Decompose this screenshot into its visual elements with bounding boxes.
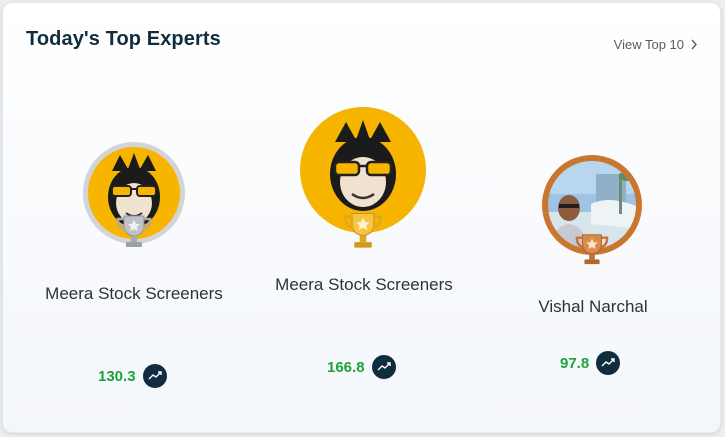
top-experts-card: Today's Top Experts View Top 10 Meera St… <box>2 2 721 433</box>
trend-chart-icon <box>148 371 162 380</box>
expert-score-row: 97.8 <box>560 351 621 375</box>
card-title: Today's Top Experts <box>26 28 221 50</box>
view-top-10-label: View Top 10 <box>613 37 684 52</box>
expert-name[interactable]: Meera Stock Screeners <box>34 281 234 306</box>
monkey-avatar-icon <box>330 120 396 211</box>
expert-avatar-silver[interactable] <box>82 141 186 247</box>
expert-score: 166.8 <box>327 358 365 376</box>
view-top-10-link[interactable]: View Top 10 <box>614 37 698 52</box>
bronze-trophy-icon <box>575 234 609 265</box>
expert-avatar-bronze[interactable] <box>541 154 643 265</box>
expert-score: 97.8 <box>560 354 590 372</box>
trend-chart-icon <box>601 358 615 367</box>
expert-score-row: 166.8 <box>327 355 396 379</box>
silver-trophy-icon <box>116 215 152 247</box>
trend-button[interactable] <box>371 355 396 379</box>
expert-score-row: 130.3 <box>98 364 167 388</box>
expert-name[interactable]: Meera Stock Screeners <box>264 272 464 297</box>
expert-score: 130.3 <box>98 367 136 385</box>
expert-name[interactable]: Vishal Narchal <box>493 294 693 319</box>
trend-button[interactable] <box>142 364 167 388</box>
trend-chart-icon <box>377 362 391 371</box>
trend-button[interactable] <box>596 351 621 375</box>
expert-avatar-gold[interactable] <box>299 106 427 248</box>
gold-trophy-icon <box>344 212 382 248</box>
chevron-right-icon <box>691 39 697 50</box>
